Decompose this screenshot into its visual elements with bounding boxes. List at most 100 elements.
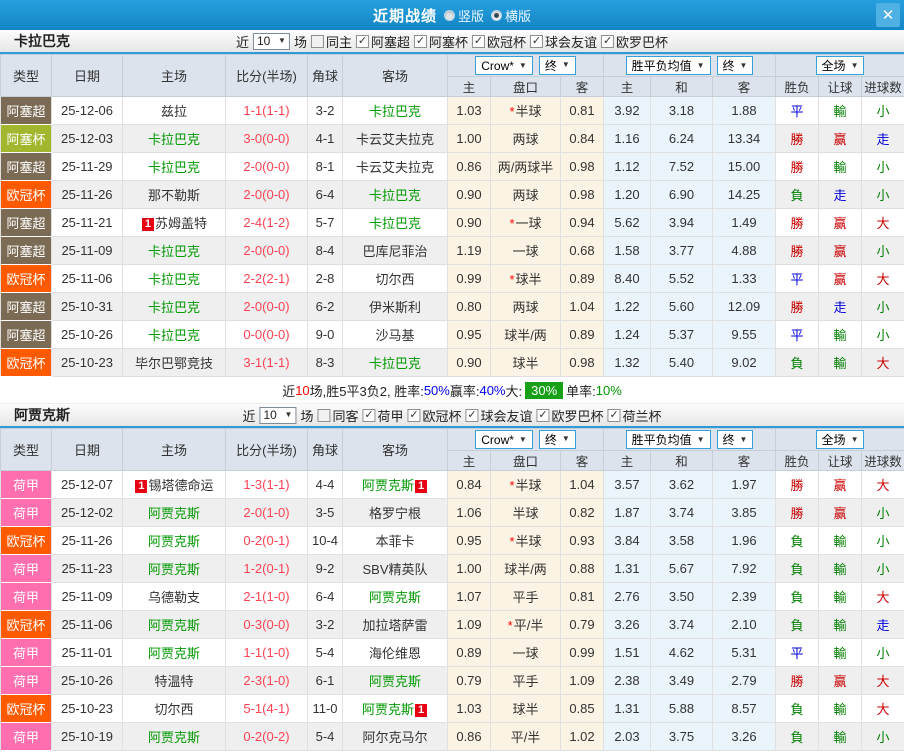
goals-result-cell: 小 — [861, 292, 904, 321]
home-team-name: 阿贾克斯 — [147, 730, 200, 745]
handicap-value: 平手 — [512, 590, 539, 605]
dropdown-label: Crow* — [481, 432, 514, 447]
handicap-cell: 球半 — [490, 348, 561, 377]
crow-home-odds: 0.86 — [447, 152, 491, 181]
checkbox-checked-icon[interactable]: ✓ — [530, 34, 544, 48]
close-button[interactable]: ✕ — [876, 3, 900, 27]
handicap-cell: 平手 — [490, 582, 561, 611]
avg-home-odds: 1.12 — [603, 152, 651, 181]
odds-source-dropdown[interactable]: Crow* ▼ — [475, 56, 533, 76]
away-team-cell: 巴库尼菲治 — [342, 236, 448, 265]
half-time-score: (0-0) — [262, 299, 290, 314]
checkbox-checked-icon[interactable]: ✓ — [601, 34, 615, 48]
checkbox-checked-icon[interactable]: ✓ — [536, 408, 550, 422]
checkbox-icon[interactable] — [310, 34, 324, 48]
crow-away-odds: 0.99 — [560, 638, 604, 667]
chevron-down-icon: ▼ — [561, 60, 570, 70]
summary-part: 30% — [525, 381, 564, 399]
full-time-score: 1-3 — [243, 477, 263, 492]
half-time-score: (0-0) — [262, 159, 290, 174]
half-time-score: (1-0) — [262, 589, 290, 604]
recent-count-select[interactable]: 10 ▼ — [252, 32, 290, 50]
radio-vertical-icon[interactable] — [443, 9, 455, 21]
handicap-cell: 平/半 — [490, 722, 561, 751]
checkbox-checked-icon[interactable]: ✓ — [472, 34, 486, 48]
home-team-cell: 阿贾克斯 — [122, 526, 226, 555]
home-team-name: 乌德勒支 — [147, 590, 200, 605]
home-team-name: 卡拉巴克 — [147, 132, 200, 147]
half-time-score: (1-1) — [262, 477, 290, 492]
odds-source-dropdown[interactable]: 胜平负均值 ▼ — [625, 56, 711, 75]
sub-column-header: 盘口 — [490, 450, 561, 471]
checkbox-checked-icon[interactable]: ✓ — [607, 408, 621, 422]
layout-radio-vertical[interactable]: 竖版 — [443, 6, 484, 25]
corner-cell: 4-1 — [307, 124, 343, 153]
checkbox-checked-icon[interactable]: ✓ — [407, 408, 421, 422]
avg-away-odds: 2.79 — [711, 666, 777, 695]
recent-count-select[interactable]: 10 ▼ — [259, 406, 297, 424]
half-time-score: (0-1) — [262, 533, 290, 548]
home-team-name: 切尔西 — [154, 702, 194, 717]
league-filter-checkbox[interactable]: ✓ 阿塞超 — [355, 32, 410, 51]
league-filter-checkbox[interactable]: ✓ 球会友谊 — [530, 32, 597, 51]
away-team-name: 卡云艾夫拉克 — [355, 160, 434, 175]
home-team-name: 阿贾克斯 — [147, 506, 200, 521]
checkbox-checked-icon[interactable]: ✓ — [465, 408, 479, 422]
league-filter-checkbox[interactable]: ✓ 欧冠杯 — [407, 406, 462, 425]
rank-badge: 1 — [135, 480, 148, 493]
odds-source-dropdown[interactable]: 终 ▼ — [716, 56, 754, 75]
league-type-cell: 欧冠杯 — [0, 180, 52, 209]
full-time-score: 5-1 — [243, 701, 263, 716]
home-team-name: 卡拉巴克 — [147, 244, 200, 259]
league-filter-checkbox[interactable]: ✓ 欧冠杯 — [472, 32, 526, 51]
odds-source-dropdown[interactable]: 终 ▼ — [716, 430, 754, 449]
league-filter-checkbox[interactable]: ✓ 荷甲 — [362, 406, 404, 425]
odds-source-dropdown[interactable]: 终 ▼ — [538, 55, 576, 75]
handicap-cell: 球半/两 — [490, 320, 561, 349]
titlebar-center: 近期战绩 竖版 横版 — [373, 5, 531, 26]
league-filter-checkbox[interactable]: ✓ 阿塞杯 — [414, 32, 468, 51]
odds-source-dropdown[interactable]: 胜平负均值 ▼ — [625, 430, 711, 449]
result-cell: 負 — [775, 554, 820, 583]
avg-away-odds: 15.00 — [711, 152, 777, 181]
layout-radio-horizontal[interactable]: 横版 — [491, 6, 531, 25]
odds-source-dropdown[interactable]: 全场 ▼ — [815, 430, 865, 449]
handicap-cell: 两球 — [490, 180, 561, 209]
half-time-score: (1-0) — [262, 505, 290, 520]
checkbox-checked-icon[interactable]: ✓ — [355, 34, 369, 48]
score-cell: 0-2(0-1) — [225, 526, 308, 555]
league-filter-checkbox[interactable]: ✓ 荷兰杯 — [607, 406, 662, 425]
handicap-result-cell: 赢 — [818, 498, 863, 527]
handicap-cell: *平/半 — [490, 610, 561, 639]
checkbox-checked-icon[interactable]: ✓ — [414, 34, 427, 48]
odds-source-dropdown[interactable]: 全场 ▼ — [815, 56, 865, 75]
league-filter-checkbox[interactable]: ✓ 欧罗巴杯 — [536, 406, 604, 425]
match-row: 荷甲 25-12-02 阿贾克斯 2-0(1-0) 3-5 格罗宁根 1.06 半球 0.82 1… — [0, 498, 904, 527]
corner-cell: 3-2 — [307, 96, 343, 125]
odds-source-dropdown[interactable]: 终 ▼ — [538, 429, 576, 449]
radio-horizontal-icon[interactable] — [491, 9, 502, 21]
star-icon: * — [507, 618, 513, 633]
crow-away-odds: 0.88 — [560, 554, 604, 583]
handicap-cell: 一球 — [490, 638, 561, 667]
same-venue-checkbox[interactable]: 同主 — [310, 32, 352, 51]
odds-source-dropdown[interactable]: Crow* ▼ — [475, 430, 533, 450]
avg-away-odds: 4.88 — [711, 236, 777, 265]
checkbox-icon[interactable] — [317, 408, 331, 422]
same-venue-checkbox[interactable]: 同客 — [317, 406, 358, 425]
checkbox-checked-icon[interactable]: ✓ — [362, 408, 376, 422]
league-type-cell: 荷甲 — [0, 722, 52, 751]
sub-column-header: 和 — [650, 76, 713, 97]
half-time-score: (4-1) — [262, 701, 290, 716]
same-venue-label: 同主 — [325, 34, 352, 50]
league-filter-checkbox[interactable]: ✓ 球会友谊 — [465, 406, 533, 425]
half-time-score: (1-2) — [262, 215, 290, 230]
avg-draw-odds: 3.74 — [650, 610, 713, 639]
home-team-cell: 阿贾克斯 — [122, 554, 226, 583]
league-filter-checkbox[interactable]: ✓ 欧罗巴杯 — [601, 32, 668, 51]
avg-draw-odds: 3.94 — [650, 208, 713, 237]
handicap-result-cell: 走 — [818, 292, 863, 321]
away-team-name: 阿贾克斯 — [368, 674, 421, 689]
goals-result-cell: 大 — [861, 470, 904, 499]
summary-part: 场,胜5平3负2, 胜率: — [309, 383, 424, 399]
